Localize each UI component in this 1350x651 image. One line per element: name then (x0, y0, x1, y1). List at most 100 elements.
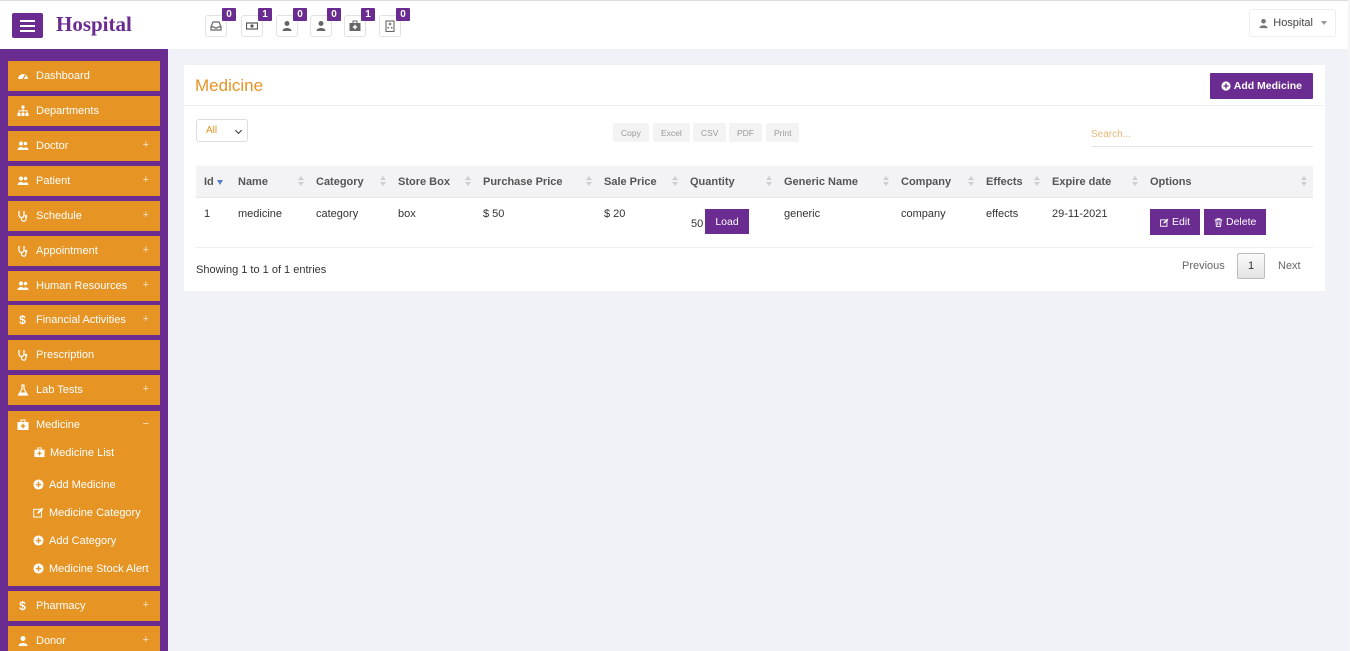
sidebar-sub-medicine-category[interactable]: Medicine Category (33, 507, 141, 519)
user-menu-button[interactable]: Hospital (1249, 9, 1336, 37)
sidebar-item-patient[interactable]: Patient + (8, 166, 160, 196)
column-header-label: Options (1150, 176, 1192, 188)
sidebar-sub-medicine-list[interactable]: Medicine List (34, 447, 114, 459)
column-header-options[interactable]: Options (1150, 166, 1192, 198)
sidebar-item-schedule[interactable]: Schedule + (8, 201, 160, 231)
expand-icon: + (142, 244, 149, 256)
sidebar-sub-add-medicine[interactable]: Add Medicine (33, 479, 116, 491)
length-select[interactable]: All (196, 119, 248, 142)
notification-medkit[interactable]: 1 (344, 8, 375, 37)
column-header-id[interactable]: Id (204, 166, 214, 198)
trash-icon (1214, 217, 1223, 227)
column-header-label: Generic Name (784, 176, 858, 188)
add-medicine-button[interactable]: Add Medicine (1209, 73, 1313, 99)
add-medicine-label: Add Medicine (1233, 80, 1302, 92)
notification-user[interactable]: 0 (276, 8, 307, 37)
plus-circle-icon (33, 535, 45, 547)
delete-button[interactable]: Delete (1204, 209, 1267, 235)
sidebar-item-dashboard[interactable]: Dashboard (8, 61, 160, 91)
column-header-label: Expire date (1052, 176, 1112, 188)
pagination-previous[interactable]: Previous (1182, 260, 1225, 272)
sidebar-item-financial-activities[interactable]: $ Financial Activities + (8, 305, 160, 335)
column-header-sale-price[interactable]: Sale Price (604, 166, 657, 198)
pagination-next[interactable]: Next (1278, 260, 1301, 272)
sidebar-item-label: Donor (36, 635, 66, 647)
sidebar-item-pharmacy[interactable]: $ Pharmacy + (8, 591, 160, 621)
cell-sale-price: $ 20 (604, 208, 626, 220)
app-title: Hospital (56, 12, 132, 36)
column-header-quantity[interactable]: Quantity (690, 166, 735, 198)
sort-icon (968, 176, 974, 188)
column-header-label: Id (204, 176, 214, 188)
column-header-name[interactable]: Name (238, 166, 268, 198)
sidebar-item-medicine[interactable]: Medicine − (8, 410, 160, 440)
expand-icon: + (142, 209, 149, 221)
sidebar-item-lab-tests[interactable]: Lab Tests + (8, 375, 160, 405)
plus-circle-icon (33, 479, 45, 491)
dollar-icon: $ (19, 599, 26, 613)
copy-button[interactable]: Copy (613, 123, 649, 142)
sort-icon (766, 176, 772, 188)
sidebar-sub-add-category[interactable]: Add Category (33, 535, 116, 547)
cell-purchase-price: $ 50 (483, 208, 505, 220)
cell-expire-date: 29-11-2021 (1052, 208, 1108, 220)
column-header-label: Quantity (690, 176, 735, 188)
column-header-expire-date[interactable]: Expire date (1052, 166, 1111, 198)
sort-icon (883, 176, 889, 188)
sort-desc-icon (217, 180, 223, 185)
sidebar-item-label: Patient (36, 175, 71, 187)
expand-icon: + (142, 599, 149, 611)
stethoscope-icon (16, 349, 29, 362)
sort-icon (1132, 176, 1138, 188)
sitemap-icon (16, 105, 29, 118)
plus-circle-icon (1221, 81, 1231, 91)
sidebar-item-prescription[interactable]: Prescription (8, 340, 160, 370)
users-icon (16, 175, 29, 188)
inbox-icon (210, 21, 222, 31)
sidebar-item-label: Medicine (36, 419, 81, 431)
table-info: Showing 1 to 1 of 1 entries (196, 264, 327, 276)
sidebar-sub-medicine-stock-alert[interactable]: Medicine Stock Alert (33, 563, 149, 575)
column-header-category[interactable]: Category (316, 166, 364, 198)
edit-button[interactable]: Edit (1150, 209, 1201, 235)
sidebar-item-human-resources[interactable]: Human Resources + (8, 271, 160, 301)
cell-company: company (901, 208, 946, 220)
column-header-generic-name[interactable]: Generic Name (784, 166, 858, 198)
menu-toggle-button[interactable] (12, 13, 43, 38)
expand-icon: + (142, 313, 149, 325)
search-input[interactable] (1091, 123, 1313, 147)
column-header-store-box[interactable]: Store Box (398, 166, 450, 198)
csv-button[interactable]: CSV (693, 123, 727, 142)
sort-icon (380, 176, 386, 188)
notification-user-2[interactable]: 0 (310, 8, 341, 37)
top-header: Hospital 0 1 0 0 1 0 Hospital (0, 0, 1350, 49)
sidebar-item-departments[interactable]: Departments (8, 96, 160, 126)
column-header-purchase-price[interactable]: Purchase Price (483, 166, 563, 198)
user-icon (1259, 18, 1268, 28)
dashboard-icon (16, 70, 29, 83)
delete-button-label: Delete (1226, 216, 1257, 228)
pdf-button[interactable]: PDF (729, 123, 762, 142)
notification-money[interactable]: 1 (241, 8, 272, 37)
users-icon (16, 140, 29, 153)
sort-icon (1034, 176, 1040, 188)
column-header-label: Purchase Price (483, 176, 563, 188)
sidebar-item-appointment[interactable]: Appointment + (8, 236, 160, 266)
cell-id: 1 (204, 208, 211, 220)
pagination-page-1[interactable]: 1 (1237, 253, 1265, 279)
sort-icon (1301, 176, 1307, 188)
excel-button[interactable]: Excel (653, 123, 690, 142)
caret-down-icon (1321, 21, 1327, 25)
sort-icon (672, 176, 678, 188)
print-button[interactable]: Print (766, 123, 800, 142)
notification-hospital[interactable]: 0 (379, 8, 410, 37)
column-header-effects[interactable]: Effects (986, 166, 1023, 198)
cell-quantity: 50 (691, 218, 704, 230)
load-button[interactable]: Load (705, 209, 749, 234)
notification-inbox[interactable]: 0 (205, 8, 236, 37)
column-header-company[interactable]: Company (901, 166, 951, 198)
sidebar-item-donor[interactable]: Donor + (8, 626, 160, 651)
column-header-label: Effects (986, 176, 1023, 188)
sidebar-item-label: Pharmacy (36, 600, 86, 612)
sidebar-item-doctor[interactable]: Doctor + (8, 131, 160, 161)
